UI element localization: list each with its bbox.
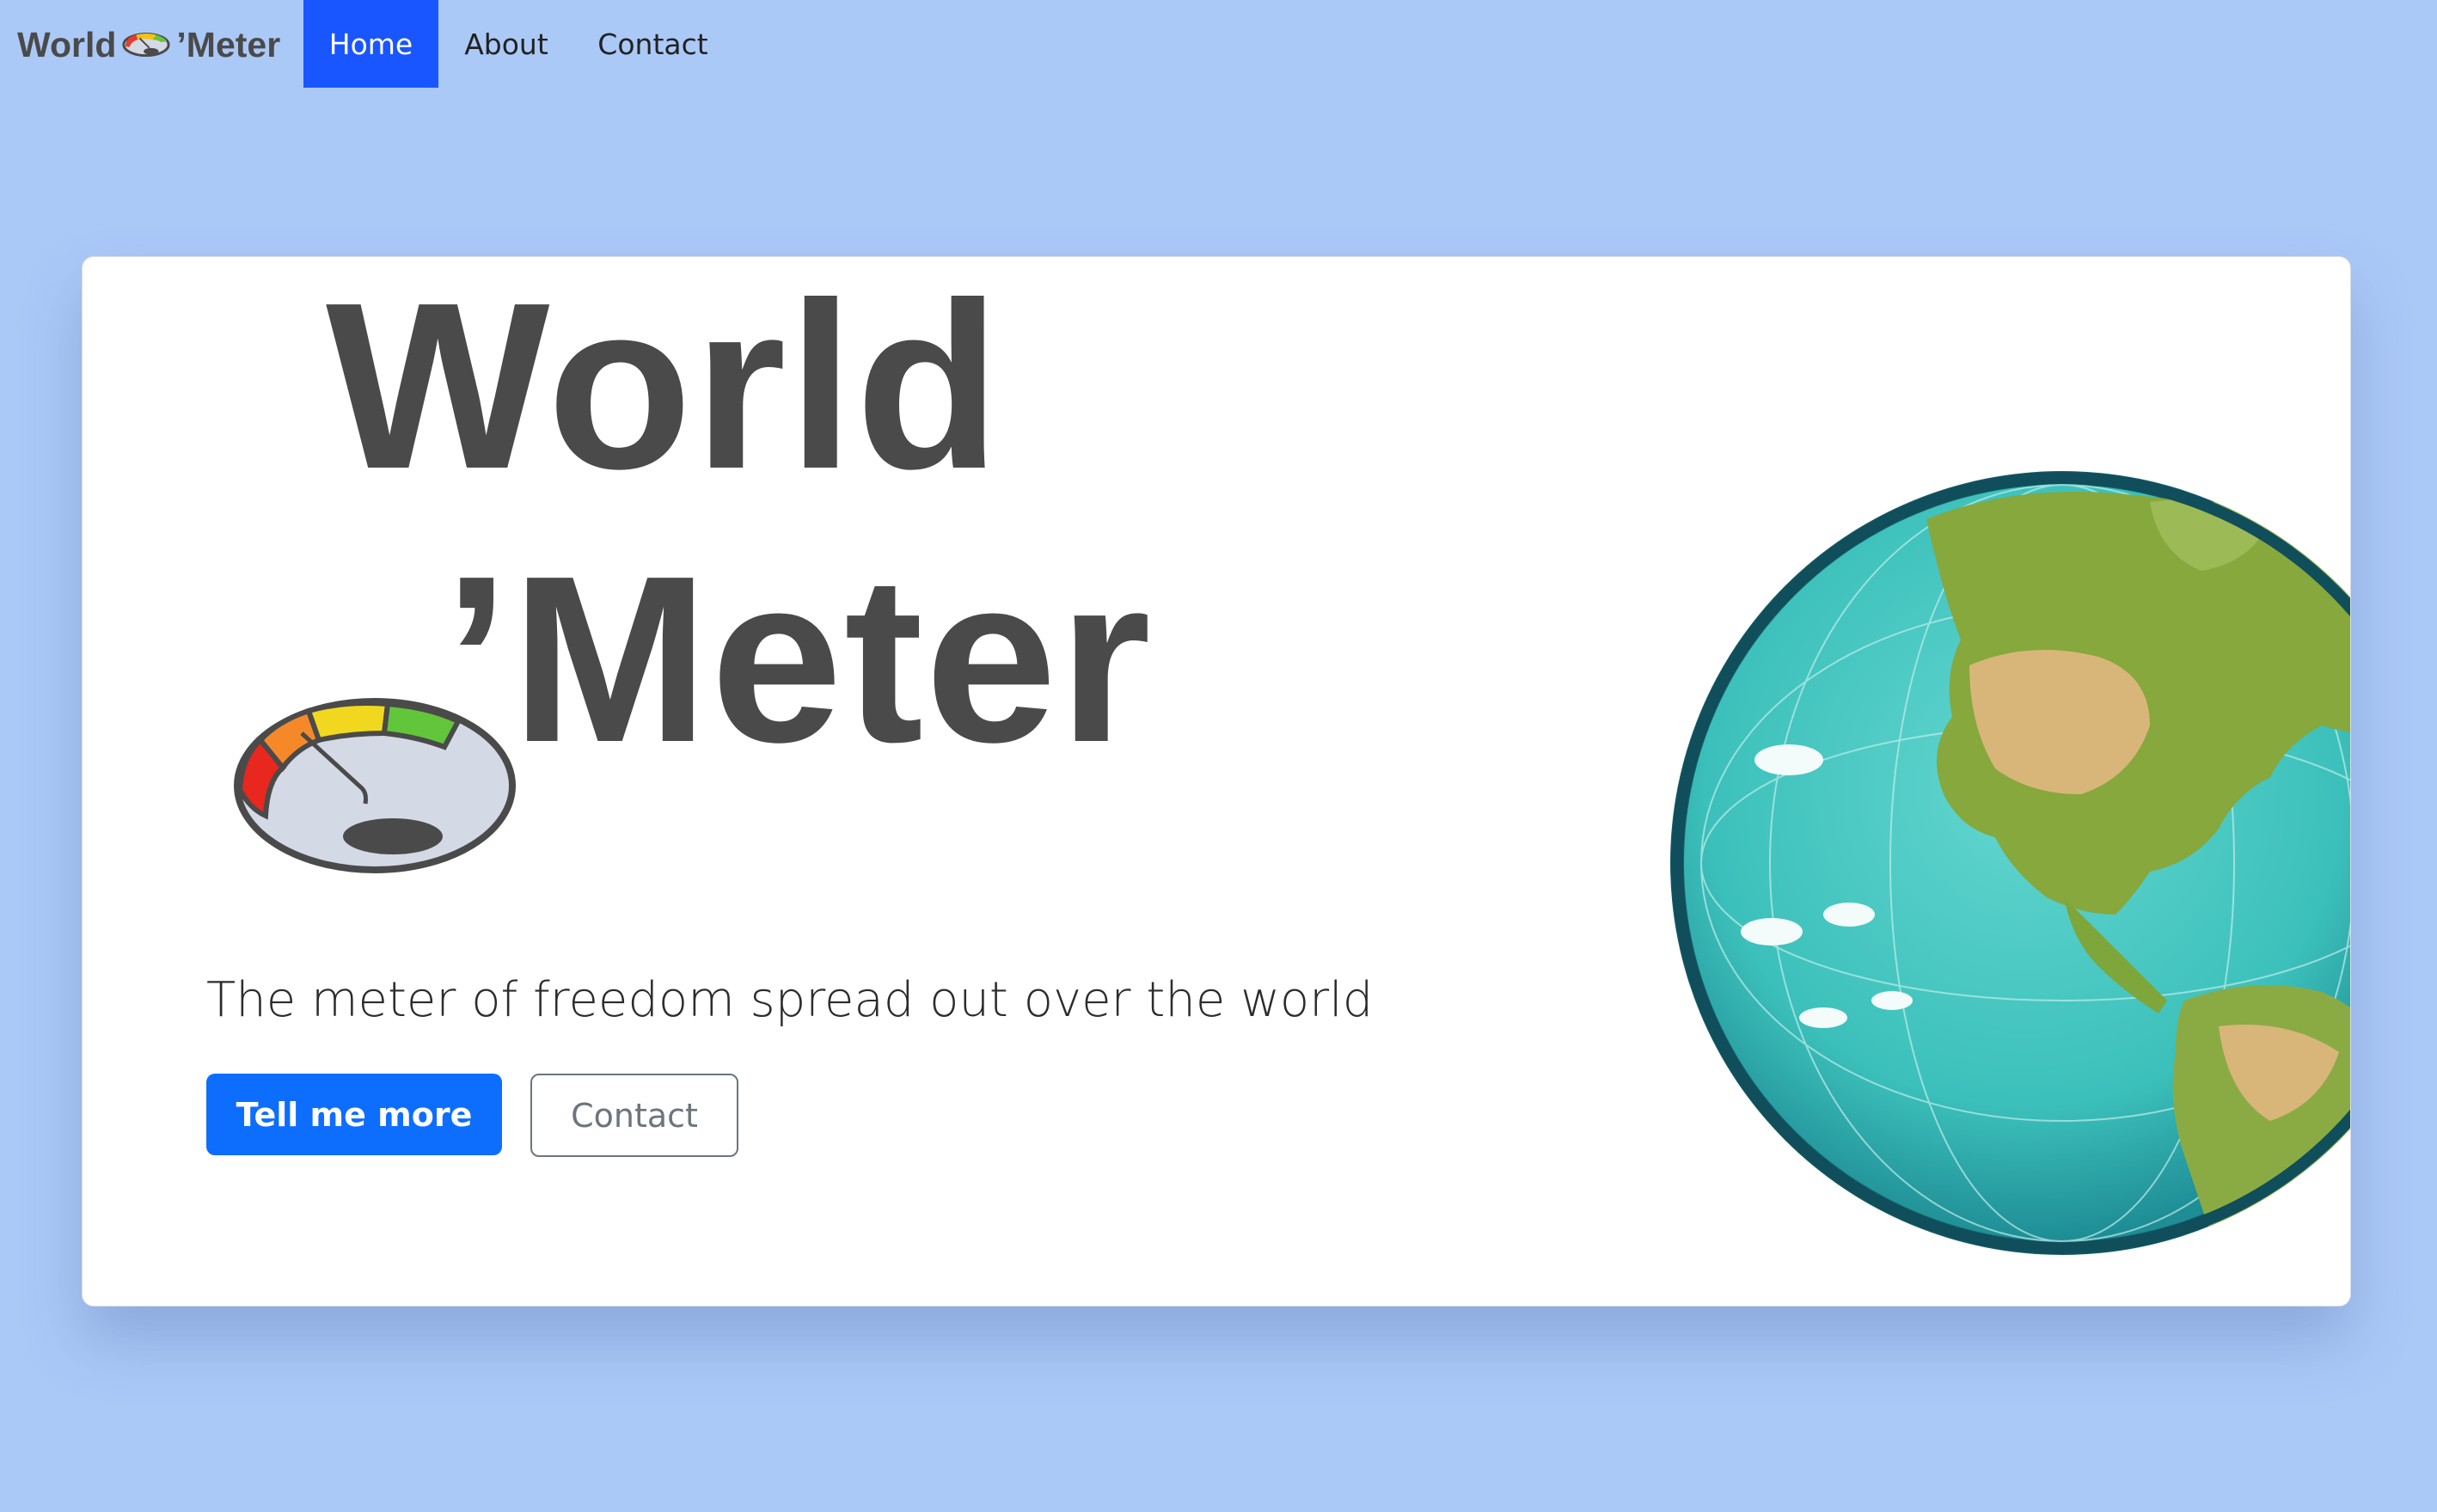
globe-image	[1670, 471, 2350, 1255]
tell-me-more-button[interactable]: Tell me more	[206, 1074, 502, 1155]
nav-home[interactable]: Home	[303, 0, 438, 88]
navbar: World ’Meter Home About Contact	[0, 0, 2437, 88]
nav-contact[interactable]: Contact	[574, 0, 732, 88]
brand-logo[interactable]: World ’Meter	[17, 22, 280, 67]
nav-about[interactable]: About	[438, 0, 574, 88]
brand-word-meter: ’Meter	[176, 24, 281, 64]
gauge-icon	[234, 698, 516, 873]
hero-tagline: The meter of freedom spread out over the…	[206, 972, 1374, 1028]
hero-logo-meter: ’Meter	[444, 527, 1153, 792]
hero-logo-world: World	[326, 256, 1002, 518]
gauge-icon	[122, 32, 170, 58]
contact-button[interactable]: Contact	[530, 1074, 738, 1157]
hero-card: World ’Meter The meter of freedom spread…	[82, 256, 2351, 1307]
brand-word-world: World	[17, 24, 117, 64]
